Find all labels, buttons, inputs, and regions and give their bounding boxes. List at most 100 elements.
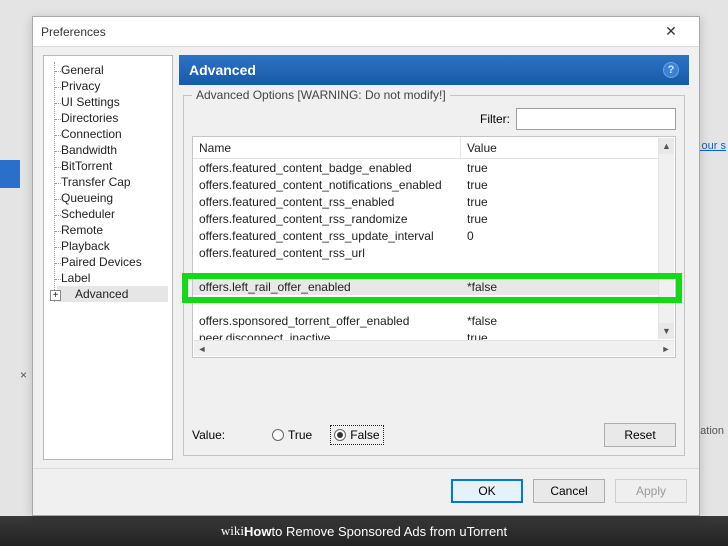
filter-row: Filter: (192, 108, 676, 130)
cancel-button[interactable]: Cancel (533, 479, 605, 503)
panel-heading: Advanced ? (179, 55, 689, 85)
tree-item-label: Queueing (61, 191, 113, 205)
cell-name: offers.featured_content_rss_update_inter… (193, 229, 461, 243)
bg-partial-close: × (20, 368, 27, 382)
vertical-scrollbar[interactable]: ▲ ▼ (658, 138, 674, 339)
table-row[interactable]: offers.left_rail_offer_enabled*false (193, 278, 659, 295)
close-icon: ✕ (665, 23, 677, 40)
scroll-left-icon[interactable]: ◄ (194, 341, 210, 357)
table-row[interactable]: offers.sponsored_torrent_offer_enabled*f… (193, 312, 659, 329)
list-header[interactable]: Name Value (193, 137, 675, 159)
radio-true[interactable]: True (272, 428, 312, 442)
table-row[interactable]: offers.featured_content_notifications_en… (193, 176, 659, 193)
help-icon[interactable]: ? (663, 62, 679, 78)
tree-item-general[interactable]: General (57, 62, 168, 78)
tree-item-label[interactable]: Label (57, 270, 168, 286)
tree-item-label: Directories (61, 111, 118, 125)
scroll-right-icon[interactable]: ► (658, 341, 674, 357)
tree-item-scheduler[interactable]: Scheduler (57, 206, 168, 222)
tree-expander-icon[interactable]: + (50, 290, 61, 301)
value-label: Value: (192, 428, 252, 442)
tree-item-advanced[interactable]: +Advanced (57, 286, 168, 302)
filter-label: Filter: (480, 112, 510, 126)
tree-item-connection[interactable]: Connection (57, 126, 168, 142)
tree-item-label: Bandwidth (61, 143, 117, 157)
caption-prefix: wiki (221, 523, 244, 539)
tree-item-ui-settings[interactable]: UI Settings (57, 94, 168, 110)
close-button[interactable]: ✕ (651, 18, 691, 46)
apply-button[interactable]: Apply (615, 479, 687, 503)
table-row[interactable]: offers.featured_content_rss_randomizetru… (193, 210, 659, 227)
caption-rest: to Remove Sponsored Ads from uTorrent (272, 524, 508, 539)
cell-name: offers.featured_content_rss_url (193, 246, 461, 260)
tree-item-transfer-cap[interactable]: Transfer Cap (57, 174, 168, 190)
radio-false-circle (334, 429, 346, 441)
bg-blue-strip (0, 160, 20, 188)
options-list-wrap: Name Value offers.featured_content_badge… (192, 136, 676, 413)
tree-item-label: Playback (61, 239, 110, 253)
tree-item-label: Paired Devices (61, 255, 142, 269)
cell-value: true (461, 161, 659, 175)
radio-true-label: True (288, 428, 312, 442)
tree-item-paired-devices[interactable]: Paired Devices (57, 254, 168, 270)
table-row[interactable]: offers.featured_content_badge_enabledtru… (193, 159, 659, 176)
window-title: Preferences (41, 25, 651, 39)
horizontal-scrollbar[interactable]: ◄ ► (194, 340, 674, 356)
ok-button[interactable]: OK (451, 479, 523, 503)
filter-input[interactable] (516, 108, 676, 130)
titlebar: Preferences ✕ (33, 17, 699, 47)
wikihow-caption: wikiHow to Remove Sponsored Ads from uTo… (0, 516, 728, 546)
cell-value: 0 (461, 229, 659, 243)
scroll-up-icon[interactable]: ▲ (659, 138, 674, 154)
reset-button[interactable]: Reset (604, 423, 676, 447)
table-row[interactable]: offers.featured_content_rss_update_inter… (193, 227, 659, 244)
cell-name: offers.left_rail_offer_enabled (193, 280, 461, 294)
advanced-panel: Advanced ? Advanced Options [WARNING: Do… (179, 55, 689, 460)
radio-false-label: False (350, 428, 379, 442)
table-row[interactable]: offers.featured_content_rss_enabledtrue (193, 193, 659, 210)
tree-item-playback[interactable]: Playback (57, 238, 168, 254)
caption-mid: How (244, 524, 271, 539)
cell-name: offers.sponsored_torrent_offer_enabled (193, 314, 461, 328)
tree-item-remote[interactable]: Remote (57, 222, 168, 238)
cell-value: *false (461, 314, 659, 328)
scroll-down-icon[interactable]: ▼ (659, 323, 674, 339)
advanced-options-group: Advanced Options [WARNING: Do not modify… (183, 95, 685, 456)
value-editor-row: Value: True False Reset (192, 423, 676, 447)
cell-name: offers.featured_content_rss_enabled (193, 195, 461, 209)
tree-item-label: Label (61, 271, 90, 285)
radio-false[interactable]: False (332, 427, 381, 443)
window-body: General Privacy UI Settings Directories Conn… (33, 47, 699, 464)
cell-value: true (461, 195, 659, 209)
tree-item-directories[interactable]: Directories (57, 110, 168, 126)
cell-value: *false (461, 280, 659, 294)
tree-item-label: Connection (61, 127, 122, 141)
tree-item-label: Privacy (61, 79, 100, 93)
table-row[interactable] (193, 261, 659, 278)
table-row[interactable]: offers.featured_content_rss_url (193, 244, 659, 261)
preferences-window: Preferences ✕ General Privacy UI Settings D… (32, 16, 700, 516)
group-label: Advanced Options [WARNING: Do not modify… (192, 88, 450, 102)
table-row[interactable] (193, 295, 659, 312)
dialog-button-row: OK Cancel Apply (33, 468, 699, 515)
tree-item-bittorrent[interactable]: BitTorrent (57, 158, 168, 174)
tree-item-label: BitTorrent (61, 159, 112, 173)
cell-name: offers.featured_content_rss_randomize (193, 212, 461, 226)
cell-name: offers.featured_content_notifications_en… (193, 178, 461, 192)
cell-value: true (461, 178, 659, 192)
tree-item-queueing[interactable]: Queueing (57, 190, 168, 206)
column-value[interactable]: Value (461, 141, 675, 155)
tree-item-privacy[interactable]: Privacy (57, 78, 168, 94)
radio-dot-icon (337, 432, 343, 438)
tree-item-label: UI Settings (61, 95, 120, 109)
radio-true-circle (272, 429, 284, 441)
tree-item-label: Scheduler (61, 207, 115, 221)
tree-item-label: General (61, 63, 104, 77)
column-name[interactable]: Name (193, 137, 461, 158)
tree-item-bandwidth[interactable]: Bandwidth (57, 142, 168, 158)
tree-item-label: Transfer Cap (61, 175, 131, 189)
panel-heading-text: Advanced (189, 62, 256, 78)
preferences-tree[interactable]: General Privacy UI Settings Directories Conn… (43, 55, 173, 460)
tree-item-label: Remote (61, 223, 103, 237)
options-list[interactable]: Name Value offers.featured_content_badge… (192, 136, 676, 358)
